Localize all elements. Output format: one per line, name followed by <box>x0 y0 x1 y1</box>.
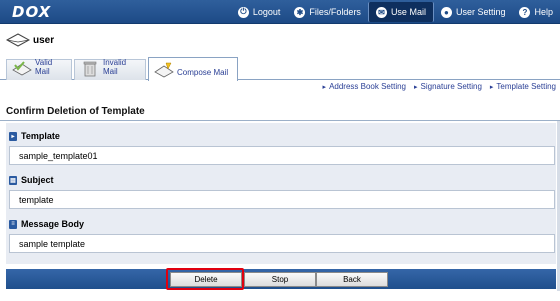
main-nav: ⏻ Logout ✱ Files/Folders ✉ Use Mail ● Us… <box>231 0 560 24</box>
arrow-box-icon: ▸ <box>9 131 17 141</box>
user-name: user <box>33 35 55 46</box>
nav-user-setting[interactable]: ● User Setting <box>434 0 513 24</box>
nav-use-mail-label: Use Mail <box>390 7 426 17</box>
settings-links: ▸ Address Book Setting ▸ Signature Setti… <box>323 82 556 91</box>
stop-button[interactable]: Stop <box>244 272 316 287</box>
nav-files-label: Files/Folders <box>309 7 361 17</box>
subject-label: ▤ Subject <box>9 175 54 185</box>
files-icon: ✱ <box>294 6 306 18</box>
mail-icon: ✉ <box>375 6 387 18</box>
compose-icon <box>154 62 174 78</box>
template-setting-label: Template Setting <box>496 82 556 91</box>
tab-invalid-mail-label: Invalid Mail <box>103 58 127 76</box>
tab-compose-mail[interactable]: Compose Mail <box>148 57 238 81</box>
nav-user-setting-label: User Setting <box>455 7 506 17</box>
divider <box>0 120 560 121</box>
template-details-panel: ▸ Template sample_template01 ▤ Subject t… <box>6 123 556 264</box>
message-body-label: ≡ Message Body <box>9 219 84 229</box>
tab-compose-mail-label: Compose Mail <box>177 68 229 77</box>
action-bar: Delete Stop Back <box>6 269 556 289</box>
template-setting-link[interactable]: ▸ Template Setting <box>490 82 556 91</box>
nav-files-folders[interactable]: ✱ Files/Folders <box>287 0 368 24</box>
mail-tabs: Valid Mail Invalid Mail Compose Mail <box>0 57 560 81</box>
user-row: user <box>0 25 560 57</box>
tab-valid-mail[interactable]: Valid Mail <box>6 58 72 80</box>
message-body-value: sample template <box>9 234 555 253</box>
signature-setting-link[interactable]: ▸ Signature Setting <box>414 82 482 91</box>
dox-logo: DOX <box>12 3 52 21</box>
page-title: Confirm Deletion of Template <box>6 106 145 117</box>
template-value: sample_template01 <box>9 146 555 165</box>
valid-mail-icon <box>12 61 32 76</box>
arrow-right-icon: ▸ <box>489 83 494 91</box>
user-icon: ● <box>440 6 452 18</box>
tab-invalid-mail[interactable]: Invalid Mail <box>74 58 146 80</box>
tab-valid-mail-label: Valid Mail <box>35 58 53 76</box>
nav-logout-label: Logout <box>252 7 281 17</box>
top-nav-bar: DOX ⏻ Logout ✱ Files/Folders ✉ Use Mail … <box>0 0 560 24</box>
envelope-icon <box>6 33 30 47</box>
nav-use-mail[interactable]: ✉ Use Mail <box>367 2 434 22</box>
subject-label-text: Subject <box>21 175 54 185</box>
template-label: ▸ Template <box>9 131 60 141</box>
help-icon: ? <box>519 6 531 18</box>
arrow-right-icon: ▸ <box>322 83 327 91</box>
nav-help-label: Help <box>534 7 553 17</box>
address-book-setting-label: Address Book Setting <box>329 82 406 91</box>
back-button[interactable]: Back <box>316 272 388 287</box>
logout-icon: ⏻ <box>237 6 249 18</box>
nav-help[interactable]: ? Help <box>512 0 560 24</box>
template-label-text: Template <box>21 131 60 141</box>
arrow-right-icon: ▸ <box>414 83 418 91</box>
delete-highlight-box <box>166 268 244 290</box>
text-lines-icon: ≡ <box>9 219 17 229</box>
signature-setting-label: Signature Setting <box>420 82 482 91</box>
subject-value: template <box>9 190 555 209</box>
message-body-label-text: Message Body <box>21 219 85 229</box>
document-icon: ▤ <box>9 175 17 185</box>
address-book-setting-link[interactable]: ▸ Address Book Setting <box>323 82 406 91</box>
trash-icon <box>83 61 97 77</box>
nav-logout[interactable]: ⏻ Logout <box>231 0 288 24</box>
